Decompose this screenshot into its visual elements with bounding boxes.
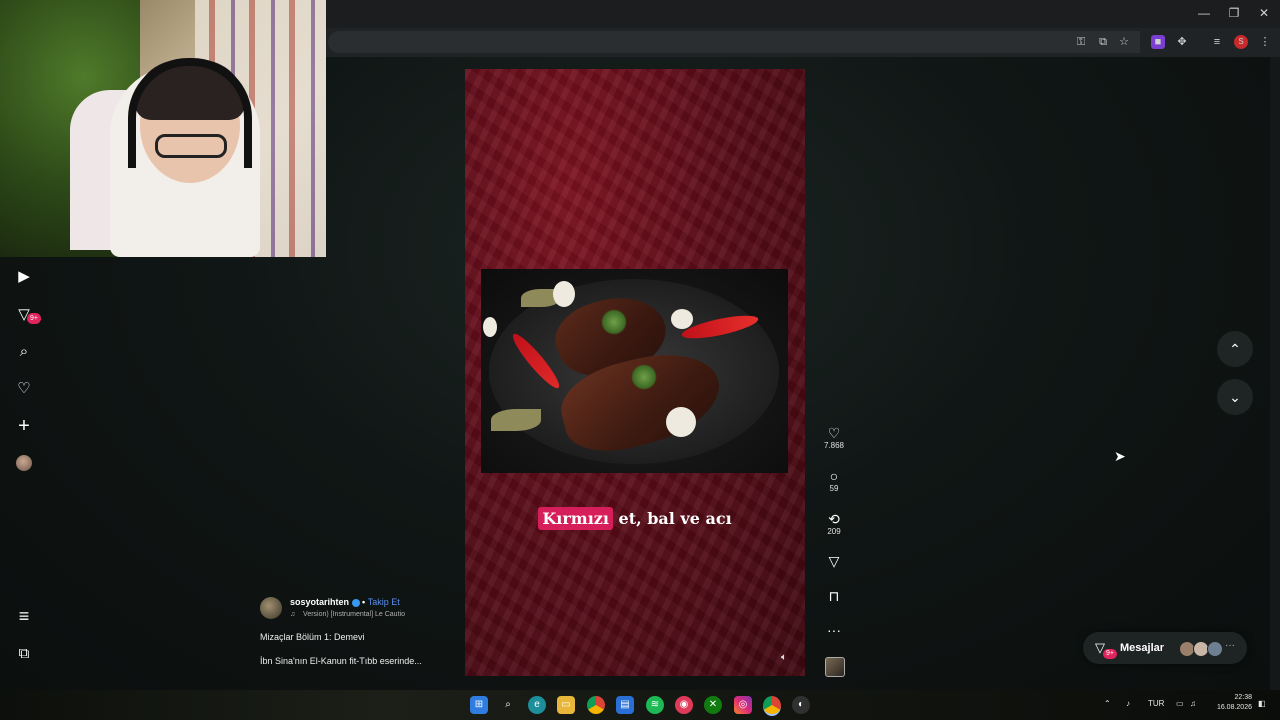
obs-icon[interactable]: ◐ xyxy=(792,696,810,714)
comment-icon: ○ xyxy=(829,468,839,484)
chrome-icon[interactable] xyxy=(587,696,605,714)
comment-button[interactable]: ○ 59 xyxy=(822,468,846,494)
microphone-icon[interactable]: ♪ xyxy=(1126,699,1130,708)
follow-button[interactable]: Takip Et xyxy=(368,597,400,607)
reels-icon[interactable]: ▶ xyxy=(15,268,33,286)
caption-highlight: Kırmızı xyxy=(538,507,613,530)
volume-icon[interactable]: ♫ xyxy=(1190,699,1196,708)
tray-overflow-icon[interactable]: ⌃ xyxy=(1104,699,1111,708)
send-icon: ▽ xyxy=(828,553,840,569)
caption-text: et, bal ve acı xyxy=(612,509,732,528)
edge-icon[interactable]: e xyxy=(528,696,546,714)
save-button[interactable]: ⊓ xyxy=(822,588,846,604)
music-note-icon: ♫ xyxy=(290,611,296,618)
messages-badge: 9+ xyxy=(27,313,41,324)
clock-time: 22:38 xyxy=(1234,694,1252,701)
notifications-heart-icon[interactable]: ♡ xyxy=(15,380,33,398)
file-explorer-icon[interactable]: ▭ xyxy=(557,696,575,714)
messages-pill[interactable]: ▽ 9+ Mesajlar ··· xyxy=(1083,632,1247,664)
more-menu-icon[interactable]: ⋮ xyxy=(1258,35,1272,49)
rosemary-sprig xyxy=(631,364,657,390)
verified-badge-icon xyxy=(352,598,361,607)
search-icon[interactable]: ⌕ xyxy=(499,696,517,714)
like-button[interactable]: ♡ 7.868 xyxy=(822,425,846,451)
garlic-clove xyxy=(666,407,696,437)
minimize-button[interactable]: — xyxy=(1194,6,1214,20)
more-contacts-icon: ··· xyxy=(1225,640,1235,651)
menu-icon[interactable]: ≡ xyxy=(15,607,33,625)
password-key-icon[interactable]: ⚿ xyxy=(1074,35,1088,49)
spotify-icon[interactable]: ≋ xyxy=(646,696,664,714)
separator: • xyxy=(362,597,366,607)
store-icon[interactable]: ▤ xyxy=(616,696,634,714)
webcam-overlay xyxy=(0,0,326,257)
network-icon[interactable]: ▭ xyxy=(1176,699,1184,708)
author-avatar[interactable] xyxy=(260,597,282,619)
extensions-puzzle-icon[interactable]: ✥ xyxy=(1175,35,1189,49)
repost-count: 209 xyxy=(827,527,841,536)
description-line-1: Mizaçlar Bölüm 1: Demevi xyxy=(260,632,365,642)
reel-video[interactable]: Kırmızı et, bal ve acı 🔈︎ xyxy=(465,69,805,676)
bay-leaf xyxy=(491,409,541,431)
reel-caption: Kırmızı et, bal ve acı xyxy=(465,507,805,530)
extension-icon[interactable]: ■ xyxy=(1151,35,1165,49)
also-from-meta-icon[interactable]: ⧉ xyxy=(15,645,33,663)
messages-label: Mesajlar xyxy=(1120,642,1165,654)
instagram-icon[interactable]: ◎ xyxy=(734,696,752,714)
audio-thumbnail[interactable] xyxy=(825,657,845,677)
address-bar[interactable] xyxy=(328,31,1140,53)
garlic-clove xyxy=(483,317,497,337)
like-count: 7.868 xyxy=(823,441,845,450)
language-indicator[interactable]: TUR xyxy=(1148,699,1164,708)
description-line-2[interactable]: İbn Sina'nın El-Kanun fit-Tıbb eserinde.… xyxy=(260,656,422,666)
windows-taskbar xyxy=(0,690,1280,720)
clock-date: 16.08.2026 xyxy=(1216,704,1252,711)
restore-button[interactable]: ❐ xyxy=(1224,6,1244,20)
previous-reel-button[interactable]: ⌃ xyxy=(1217,331,1253,367)
garlic-clove xyxy=(553,281,575,307)
author-username[interactable]: sosyotarihten xyxy=(290,597,349,607)
repost-icon: ⟲ xyxy=(828,511,840,527)
repost-button[interactable]: ⟲ 209 xyxy=(822,511,846,537)
comment-count: 59 xyxy=(829,484,839,493)
search-icon[interactable]: ⌕ xyxy=(15,343,33,361)
create-plus-icon[interactable]: + xyxy=(15,416,33,436)
messages-pill-badge: 9+ xyxy=(1103,649,1117,659)
profile-avatar-icon[interactable] xyxy=(16,455,32,471)
next-reel-button[interactable]: ⌄ xyxy=(1217,379,1253,415)
speaker-icon[interactable]: 🔈︎ xyxy=(781,652,787,663)
page-scrollbar[interactable] xyxy=(1270,57,1280,690)
xbox-icon[interactable]: ✕ xyxy=(704,696,722,714)
share-button[interactable]: ▽ xyxy=(822,553,846,569)
more-options-button[interactable]: ··· xyxy=(822,622,846,638)
install-app-icon[interactable]: ⧉ xyxy=(1096,35,1110,49)
taskbar-clock[interactable]: 22:38 16.08.2026 xyxy=(1208,693,1252,713)
windows-start-icon[interactable]: ⊞ xyxy=(470,696,488,714)
profile-avatar-icon[interactable]: S xyxy=(1234,35,1248,49)
notification-center-icon[interactable]: ◧ xyxy=(1258,699,1266,708)
contact-avatar xyxy=(1207,641,1223,657)
bookmark-icon: ⊓ xyxy=(828,588,840,604)
rosemary-sprig xyxy=(601,309,627,335)
app-icon[interactable]: ◉ xyxy=(675,696,693,714)
more-dots-icon: ··· xyxy=(827,622,841,638)
heart-icon: ♡ xyxy=(827,425,841,441)
media-control-icon[interactable]: ≡ xyxy=(1210,35,1224,49)
audio-title[interactable]: Version) [Instrumental] Le Cautio xyxy=(303,611,405,618)
mouse-cursor-icon: ➤ xyxy=(1114,448,1126,464)
garlic-clove xyxy=(671,309,693,329)
close-window-button[interactable]: ✕ xyxy=(1254,6,1274,20)
steak-photo xyxy=(481,269,788,473)
chrome-active-icon[interactable] xyxy=(763,696,781,716)
bookmark-star-icon[interactable]: ☆ xyxy=(1117,35,1131,49)
glasses xyxy=(155,134,227,158)
